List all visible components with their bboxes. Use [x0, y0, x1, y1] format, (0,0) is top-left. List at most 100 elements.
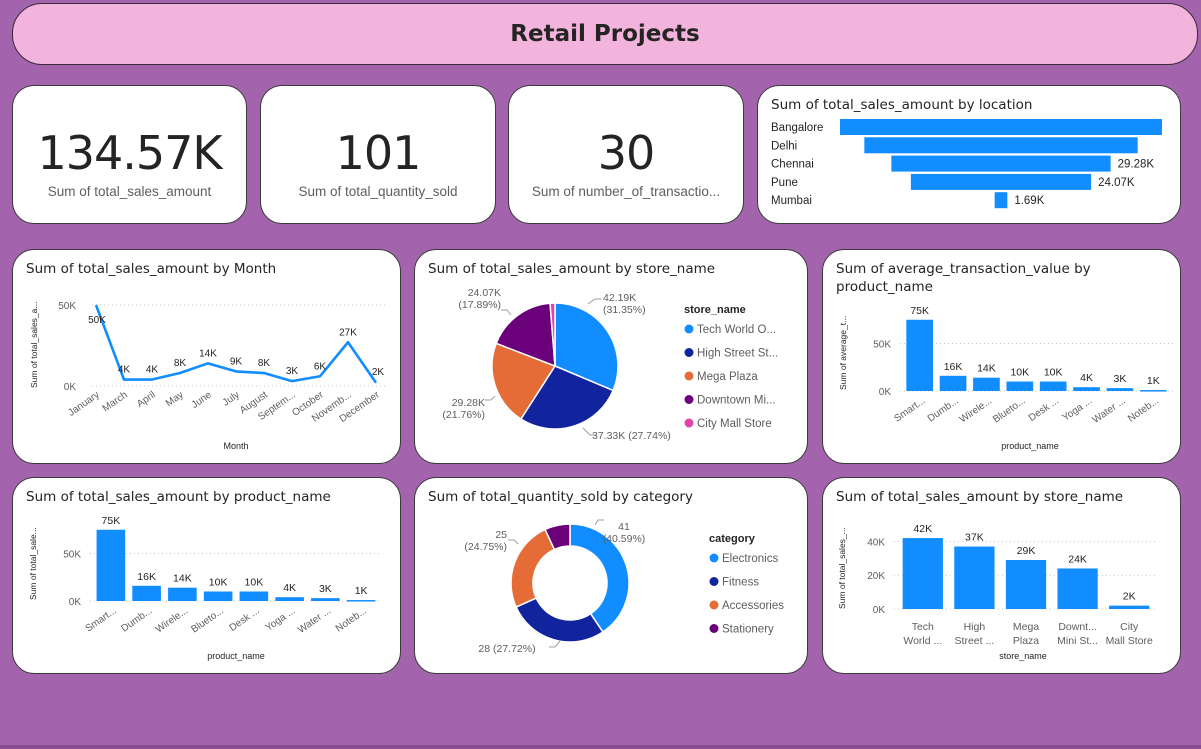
- data-label: 10K: [209, 577, 228, 589]
- bar: [96, 529, 126, 601]
- bar: [954, 546, 995, 609]
- x-tick-label: Mini St...: [1057, 635, 1098, 647]
- funnel-chart: Bangalore Delhi Chennai 29.28K Pune 24.07K Mum…: [771, 119, 1162, 209]
- kpi-card-transactions[interactable]: 30 Sum of number_of_transactio...: [508, 85, 744, 224]
- kpi-card-total-sales[interactable]: 134.57K Sum of total_sales_amount: [12, 85, 247, 224]
- x-tick-label: Mega: [1013, 621, 1039, 633]
- x-tick-label: Wirele...: [154, 605, 190, 635]
- data-label: 3K: [286, 366, 299, 377]
- column-chart: 0K 20K 40K Sum of total_sales_... 42K Tech Wor…: [837, 523, 1158, 661]
- data-label: 4K: [1080, 372, 1093, 384]
- leader-line: [485, 395, 496, 401]
- data-label: 9K: [230, 356, 243, 367]
- x-tick-label: Plaza: [1013, 635, 1039, 647]
- x-tick-label: Wirele...: [958, 395, 994, 425]
- x-tick-label: Downt...: [1058, 621, 1097, 633]
- data-label: (31.35%): [603, 304, 646, 316]
- leader-line: [587, 298, 601, 305]
- kpi-label: Sum of number_of_transactio...: [531, 184, 721, 199]
- x-tick-label: Water ...: [296, 605, 333, 635]
- pie-chart: 42.19K(31.35%) 37.33K (27.74%) 29.28K(21.7…: [442, 287, 778, 442]
- y-tick-label: 50K: [63, 550, 81, 561]
- data-label: 3K: [1114, 373, 1127, 385]
- leader-line: [549, 640, 561, 648]
- bar: [1139, 390, 1167, 392]
- x-tick-label: High: [964, 621, 986, 633]
- legend-marker: [709, 577, 719, 586]
- legend-item: City Mall Store: [697, 418, 772, 430]
- y-tick-label: 20K: [867, 571, 885, 582]
- legend-marker: [684, 324, 694, 334]
- bar: [1006, 381, 1034, 391]
- bar: [906, 319, 934, 391]
- report-title: Retail Projects: [510, 21, 700, 47]
- data-label: 4K: [283, 582, 296, 594]
- y-tick-label: 40K: [867, 537, 885, 548]
- slice: [515, 597, 604, 643]
- bar: [168, 587, 197, 601]
- kpi-card-total-quantity[interactable]: 101 Sum of total_quantity_sold: [260, 85, 496, 224]
- y-axis-title: Sum of average_t...: [838, 316, 848, 390]
- bar-store-card[interactable]: Sum of total_sales_amount by store_name …: [822, 477, 1181, 674]
- data-label: (21.76%): [442, 409, 485, 421]
- bar: [1039, 381, 1067, 391]
- bar: [939, 375, 967, 391]
- report-banner: Retail Projects: [12, 3, 1198, 65]
- kpi-label: Sum of total_sales_amount: [47, 184, 212, 199]
- x-tick-label: Noteb...: [1126, 395, 1161, 424]
- pie-store-card[interactable]: Sum of total_sales_amount by store_name …: [414, 249, 808, 464]
- data-label: 1K: [355, 585, 368, 597]
- funnel-category-label: Mumbai: [771, 195, 812, 207]
- data-label: 4K: [146, 365, 159, 376]
- funnel-location-card[interactable]: Sum of total_sales_amount by location Ba…: [757, 85, 1181, 224]
- legend-title: store_name: [684, 304, 746, 316]
- bar: [1005, 560, 1047, 609]
- legend-item: Stationery: [722, 624, 774, 636]
- x-axis-title: product_name: [207, 651, 265, 661]
- line-month-card[interactable]: Sum of total_sales_amount by Month 0K 50K…: [12, 249, 401, 464]
- data-label: 1K: [1147, 375, 1160, 387]
- data-label: 37K: [965, 532, 984, 544]
- column-chart: 0K 50K Sum of average_t... 75K Smart... 16K Du…: [838, 305, 1173, 451]
- x-tick-label: World ...: [903, 635, 942, 647]
- data-label: 41: [618, 521, 630, 533]
- data-label: 6K: [314, 361, 327, 372]
- funnel-data-label: 1.69K: [1014, 195, 1044, 207]
- page-footer-strip: [0, 745, 1201, 749]
- bar-sales-product-card[interactable]: Sum of total_sales_amount by product_nam…: [12, 477, 401, 674]
- x-tick-label: May: [164, 389, 186, 409]
- data-label: 14K: [199, 348, 217, 359]
- funnel-category-label: Pune: [771, 177, 798, 189]
- x-tick-label: Dumb...: [926, 395, 961, 424]
- legend-marker: [709, 553, 719, 563]
- x-axis-title: Month: [223, 441, 248, 451]
- data-label: 2K: [1123, 591, 1136, 603]
- data-label: 28 (27.72%): [478, 643, 535, 655]
- x-tick-label: Blueto...: [991, 395, 1027, 425]
- data-label: 10K: [1044, 367, 1063, 379]
- funnel-bar: [891, 155, 1111, 172]
- data-label: (17.89%): [458, 299, 501, 311]
- y-axis-title: Sum of total_sales_a...: [29, 302, 39, 388]
- donut-category-card[interactable]: Sum of total_quantity_sold by category 4…: [414, 477, 808, 674]
- slice: [510, 528, 556, 609]
- kpi-value: 101: [335, 126, 422, 180]
- leader-line: [501, 309, 512, 316]
- legend-item: High Street St...: [697, 348, 778, 360]
- x-tick-label: Noteb...: [334, 605, 369, 634]
- bar: [1106, 388, 1134, 391]
- donut-chart: 41(40.59%) 28 (27.72%) 25(24.75%) category E…: [464, 519, 784, 655]
- legend-marker: [684, 395, 694, 404]
- data-label: 2K: [372, 367, 385, 378]
- x-tick-label: City: [1120, 621, 1139, 633]
- line-chart: 0K 50K Sum of total_sales_a... 50K January 4K…: [29, 301, 386, 451]
- funnel-data-label: 24.07K: [1098, 177, 1135, 189]
- funnel-bar: [840, 119, 1162, 135]
- x-axis-title: product_name: [1001, 441, 1059, 451]
- bar: [346, 600, 376, 602]
- kpi-value: 134.57K: [37, 126, 222, 180]
- bar-avg-product-card[interactable]: Sum of average_transaction_value by prod…: [822, 249, 1181, 464]
- x-tick-label: April: [135, 389, 158, 409]
- legend-title: category: [709, 533, 756, 545]
- legend-marker: [684, 418, 694, 428]
